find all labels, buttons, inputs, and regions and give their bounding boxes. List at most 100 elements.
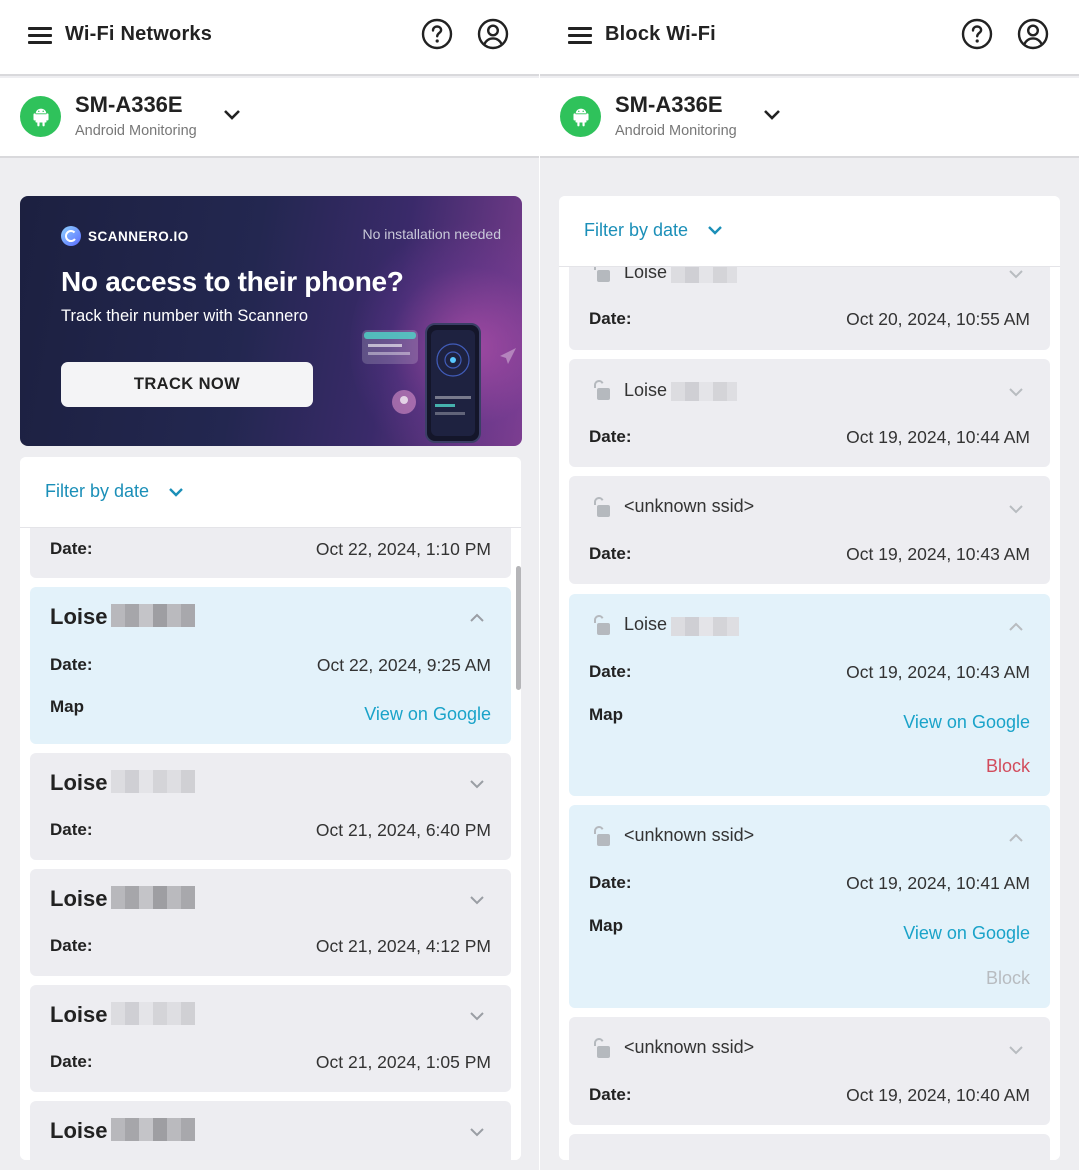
unlock-icon [594, 615, 610, 635]
chevron-up-icon[interactable] [1008, 833, 1024, 843]
redacted-text [671, 617, 739, 636]
network-ssid: <unknown ssid> [624, 496, 755, 516]
chevron-down-icon[interactable] [1008, 387, 1024, 397]
chevron-down-icon [708, 226, 722, 235]
device-selector[interactable]: SM-A336E Android Monitoring [0, 78, 539, 158]
list-item[interactable]: Loise Date: Oct 19, 2024, 10:44 AM [569, 359, 1050, 467]
network-ssid: Loise [50, 770, 108, 795]
top-app-bar: Wi-Fi Networks [0, 0, 539, 76]
list-item[interactable]: <unknown ssid> Date: Oct 19, 2024, 10:43… [569, 476, 1050, 584]
list-item[interactable] [569, 1134, 1050, 1160]
chevron-down-icon[interactable] [1008, 1045, 1024, 1055]
date-label: Date: [589, 873, 632, 892]
wifi-list[interactable]: Date: Oct 22, 2024, 1:10 PM Loise Date: … [20, 528, 521, 1160]
chevron-up-icon[interactable] [1008, 622, 1024, 632]
block-button[interactable]: Block [986, 968, 1030, 989]
block-button[interactable]: Block [986, 756, 1030, 777]
network-ssid: Loise [624, 614, 668, 634]
device-selector[interactable]: SM-A336E Android Monitoring [540, 78, 1079, 158]
menu-icon[interactable] [28, 27, 52, 45]
list-item[interactable]: Loise Date: Oct 21, 2024, 4:12 PM [30, 869, 511, 976]
date-label: Date: [50, 1052, 93, 1071]
chevron-down-icon[interactable] [469, 1011, 485, 1021]
list-item[interactable]: Loise [30, 1101, 511, 1160]
filter-by-date[interactable]: Filter by date [559, 196, 1060, 267]
list-item[interactable]: <unknown ssid> Date: Oct 19, 2024, 10:41… [569, 805, 1050, 1008]
device-subtitle: Android Monitoring [75, 123, 197, 139]
chevron-down-icon[interactable] [1008, 504, 1024, 514]
block-wifi-list[interactable]: Loise Date: Oct 20, 2024, 10:55 AM Loise… [559, 267, 1060, 1160]
view-on-google-link[interactable]: View on Google [903, 923, 1030, 944]
help-icon[interactable] [421, 18, 453, 50]
menu-icon[interactable] [568, 27, 592, 45]
chevron-down-icon[interactable] [469, 1127, 485, 1137]
view-on-google-link[interactable]: View on Google [364, 704, 491, 725]
list-item[interactable]: <unknown ssid> Date: Oct 19, 2024, 10:40… [569, 1017, 1050, 1125]
date-value: Oct 19, 2024, 10:44 AM [846, 427, 1030, 447]
list-item[interactable]: Loise Date: Oct 21, 2024, 1:05 PM [30, 985, 511, 1092]
unlock-icon [594, 1038, 610, 1058]
unlock-icon [594, 267, 610, 282]
redacted-text [671, 267, 737, 283]
date-value: Oct 19, 2024, 10:41 AM [846, 873, 1030, 893]
date-label: Date: [589, 309, 632, 328]
track-now-button[interactable]: TRACK NOW [61, 362, 313, 407]
date-label: Date: [50, 936, 93, 955]
date-label: Date: [50, 539, 93, 558]
list-item[interactable]: Loise Date: Oct 22, 2024, 9:25 AM Map Vi… [30, 587, 511, 744]
date-label: Date: [589, 1085, 632, 1104]
top-app-bar: Block Wi-Fi [540, 0, 1079, 76]
list-item[interactable]: Loise Date: Oct 20, 2024, 10:55 AM [569, 267, 1050, 350]
date-label: Date: [589, 427, 632, 446]
chevron-down-icon[interactable] [1008, 269, 1024, 279]
network-ssid: <unknown ssid> [624, 825, 755, 845]
chevron-down-icon[interactable] [222, 108, 242, 122]
list-item[interactable]: Loise Date: Oct 21, 2024, 6:40 PM [30, 753, 511, 860]
chevron-down-icon[interactable] [762, 108, 782, 122]
list-item[interactable]: Loise Date: Oct 19, 2024, 10:43 AM Map V… [569, 594, 1050, 796]
date-value: Oct 22, 2024, 1:10 PM [315, 539, 491, 559]
chevron-down-icon[interactable] [469, 895, 485, 905]
banner-title: No access to their phone? [61, 266, 404, 297]
network-ssid: Loise [50, 1118, 108, 1143]
network-ssid: <unknown ssid> [624, 1037, 755, 1057]
redacted-text [111, 1118, 195, 1141]
redacted-text [111, 770, 195, 793]
network-ssid: Loise [624, 380, 668, 400]
redacted-text [111, 1002, 195, 1025]
date-label: Date: [50, 820, 93, 839]
help-icon[interactable] [961, 18, 993, 50]
account-icon[interactable] [477, 18, 509, 50]
android-icon [20, 96, 61, 137]
network-ssid: Loise [50, 604, 108, 629]
android-icon [560, 96, 601, 137]
wifi-networks-screen: Wi-Fi Networks SM-A336E Android Monitori… [0, 0, 539, 1170]
filter-label: Filter by date [584, 220, 689, 240]
redacted-text [111, 604, 195, 627]
view-on-google-link[interactable]: View on Google [903, 712, 1030, 733]
banner-subtitle: Track their number with Scannero [61, 307, 308, 325]
date-value: Oct 21, 2024, 6:40 PM [315, 820, 491, 840]
page-title: Wi-Fi Networks [65, 23, 213, 45]
wifi-list-card: Filter by date Date: Oct 22, 2024, 1:10 … [20, 457, 521, 1160]
scrollbar[interactable] [516, 566, 521, 690]
chevron-down-icon[interactable] [469, 779, 485, 789]
network-ssid: Loise [50, 886, 108, 911]
chevron-up-icon[interactable] [469, 613, 485, 623]
scannero-ad-banner[interactable]: SCANNERO.IO No installation needed No ac… [20, 196, 522, 446]
date-value: Oct 19, 2024, 10:40 AM [846, 1085, 1030, 1105]
chevron-down-icon [169, 488, 183, 497]
map-label: Map [50, 697, 84, 716]
block-wifi-screen: Block Wi-Fi SM-A336E Android Monitoring … [540, 0, 1079, 1170]
brand-name: SCANNERO.IO [88, 229, 189, 244]
redacted-text [111, 886, 195, 909]
date-label: Date: [50, 655, 93, 674]
date-label: Date: [589, 662, 632, 681]
account-icon[interactable] [1017, 18, 1049, 50]
filter-by-date[interactable]: Filter by date [20, 457, 521, 528]
network-ssid: Loise [624, 267, 668, 282]
device-subtitle: Android Monitoring [615, 123, 737, 139]
list-item[interactable]: Date: Oct 22, 2024, 1:10 PM [30, 528, 511, 578]
device-name: SM-A336E [75, 92, 183, 117]
network-ssid: Loise [50, 1002, 108, 1027]
